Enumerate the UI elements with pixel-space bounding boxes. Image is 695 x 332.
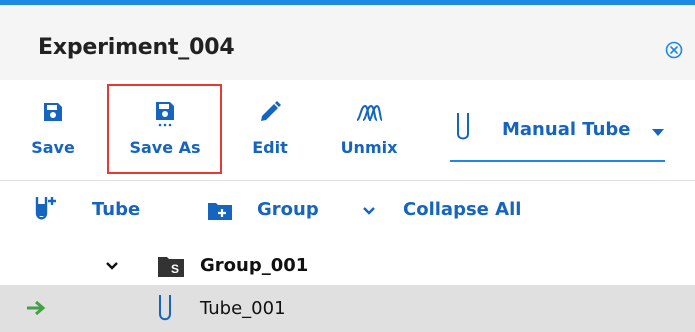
tree-row-group[interactable]: S Group_001 xyxy=(0,245,695,285)
save-as-highlight-box xyxy=(107,84,222,174)
experiment-panel: Experiment_004 Save Save As Edit Unmix M… xyxy=(0,5,695,332)
edit-icon xyxy=(261,101,281,121)
save-label: Save xyxy=(31,138,75,157)
add-tube-label: Tube xyxy=(92,199,141,220)
unmix-icon xyxy=(356,104,383,121)
folder-icon: S xyxy=(158,257,184,277)
edit-label: Edit xyxy=(252,138,288,157)
tube-type-value: Manual Tube xyxy=(502,119,631,140)
dropdown-caret-icon xyxy=(652,129,664,136)
add-group-label: Group xyxy=(257,199,319,220)
collapse-all-button[interactable]: Collapse All xyxy=(360,187,530,231)
chevron-down-icon[interactable] xyxy=(105,261,119,271)
tube-icon xyxy=(159,295,171,321)
group-name: Group_001 xyxy=(200,255,309,276)
divider xyxy=(0,180,695,181)
toolbar: Save Save As Edit Unmix Manual Tube xyxy=(0,80,695,180)
add-group-button[interactable]: Group xyxy=(205,187,325,231)
tree-actions: Tube Group Collapse All xyxy=(0,187,695,231)
tube-type-dropdown[interactable]: Manual Tube xyxy=(450,102,665,162)
chevron-down-icon xyxy=(363,207,375,215)
tube-icon xyxy=(457,113,469,140)
save-icon xyxy=(44,103,62,121)
add-group-icon xyxy=(208,203,232,220)
collapse-all-label: Collapse All xyxy=(403,199,522,220)
tube-name: Tube_001 xyxy=(200,298,286,319)
panel-header: Experiment_004 xyxy=(0,5,695,80)
experiment-title: Experiment_004 xyxy=(38,35,235,60)
group-badge: S xyxy=(171,262,179,276)
close-icon[interactable] xyxy=(665,41,683,59)
tree-row-tube[interactable]: Tube_001 xyxy=(0,285,695,332)
unmix-label: Unmix xyxy=(340,138,398,157)
add-tube-icon xyxy=(35,197,56,220)
unmix-button[interactable]: Unmix xyxy=(336,80,402,180)
arrow-right-icon xyxy=(27,301,46,315)
save-button[interactable]: Save xyxy=(30,80,76,180)
edit-button[interactable]: Edit xyxy=(245,80,295,180)
add-tube-button[interactable]: Tube xyxy=(30,187,145,231)
